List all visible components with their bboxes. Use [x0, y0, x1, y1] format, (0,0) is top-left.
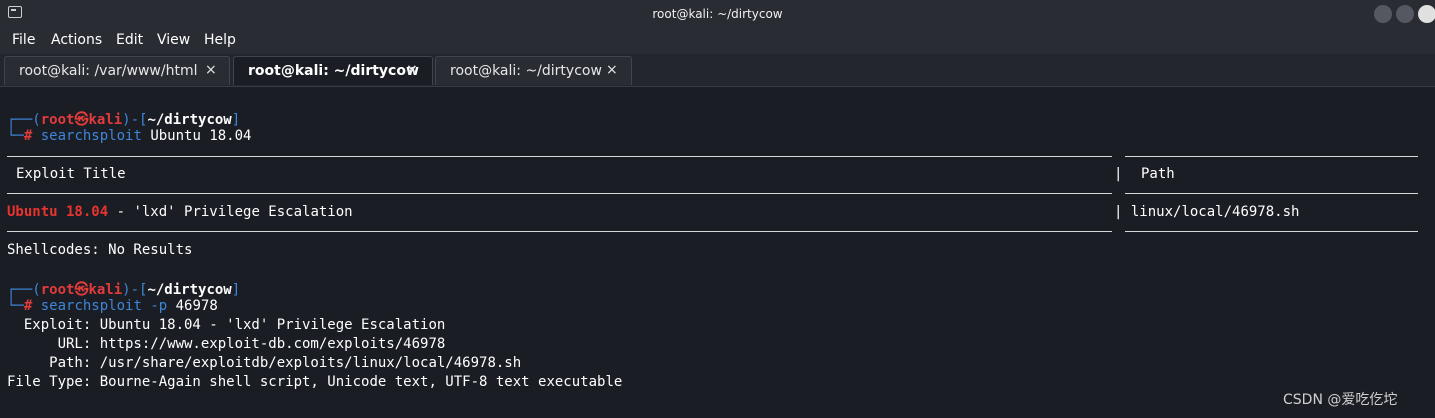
tab-bar: root@kali: /var/www/html × root@kali: ~/… [0, 54, 1435, 87]
table-divider [1125, 231, 1418, 232]
tab-dirtycow[interactable]: root@kali: ~/dirtycow × [435, 56, 632, 85]
table-divider [7, 193, 1112, 194]
command-line: └─# searchsploit -p 46978 [7, 298, 218, 314]
prompt-line: ┌──(root㉿kali)-[~/dirtycow] [7, 282, 241, 298]
table-row-path: | linux/local/46978.sh [1114, 204, 1300, 220]
title-bar: root@kali: ~/dirtycow [0, 0, 1435, 28]
close-window-button[interactable] [1418, 5, 1435, 23]
shellcodes-result: Shellcodes: No Results [7, 242, 193, 258]
tab-label: root@kali: ~/dirtycow [450, 63, 602, 79]
window-title: root@kali: ~/dirtycow [652, 7, 783, 21]
menu-file[interactable]: File [12, 32, 35, 48]
skull-icon: ㉿ [74, 112, 89, 128]
maximize-button[interactable] [1396, 5, 1414, 23]
tab-dirtycow-active[interactable]: root@kali: ~/dirtycow × [233, 56, 433, 85]
table-header-path: Path [1141, 166, 1175, 182]
table-header-separator: | [1114, 166, 1123, 182]
table-divider [1125, 156, 1418, 157]
command-line: └─# searchsploit Ubuntu 18.04 [7, 128, 252, 144]
table-row: Ubuntu 18.04 - 'lxd' Privilege Escalatio… [7, 204, 353, 220]
close-tab-icon[interactable]: × [406, 62, 418, 78]
menu-bar: File Actions Edit View Help [0, 28, 1435, 54]
menu-help[interactable]: Help [204, 32, 236, 48]
tab-var-www-html[interactable]: root@kali: /var/www/html × [4, 56, 230, 85]
prompt-line: ┌──(root㉿kali)-[~/dirtycow] [7, 112, 241, 128]
menu-edit[interactable]: Edit [116, 32, 143, 48]
close-tab-icon[interactable]: × [606, 62, 618, 78]
watermark-text: CSDN @爱吃仡坨 [1283, 392, 1398, 408]
menu-actions[interactable]: Actions [51, 32, 102, 48]
tab-label: root@kali: ~/dirtycow [248, 63, 419, 79]
detail-url: URL: https://www.exploit-db.com/exploits… [7, 336, 446, 352]
menu-view[interactable]: View [157, 32, 190, 48]
detail-file-type: File Type: Bourne-Again shell script, Un… [7, 374, 623, 390]
terminal-output[interactable]: ┌──(root㉿kali)-[~/dirtycow] └─# searchsp… [0, 87, 1435, 418]
minimize-button[interactable] [1374, 5, 1392, 23]
skull-icon: ㉿ [74, 282, 89, 298]
close-tab-icon[interactable]: × [205, 62, 217, 78]
tab-label: root@kali: /var/www/html [19, 63, 198, 79]
detail-path: Path: /usr/share/exploitdb/exploits/linu… [7, 355, 522, 371]
table-divider [1125, 193, 1418, 194]
table-divider [7, 156, 1112, 157]
detail-exploit: Exploit: Ubuntu 18.04 - 'lxd' Privilege … [7, 317, 446, 333]
table-divider [7, 231, 1112, 232]
table-header-title: Exploit Title [16, 166, 126, 182]
